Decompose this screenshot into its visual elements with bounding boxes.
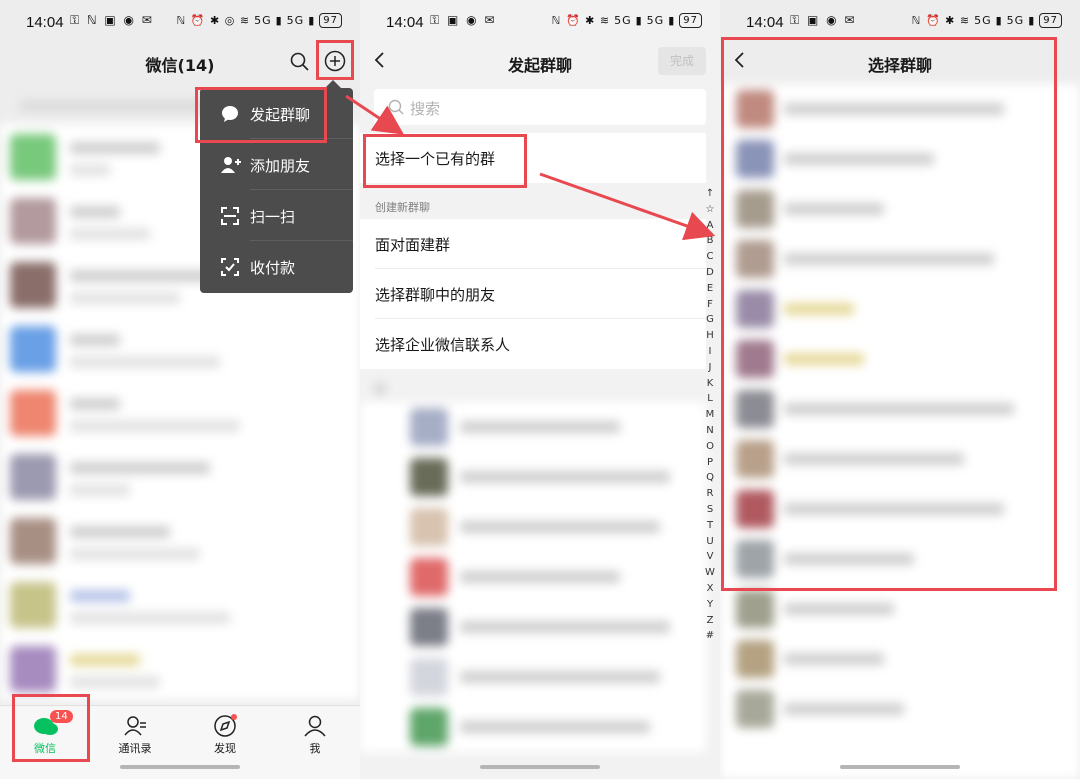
list-item[interactable] (360, 652, 706, 702)
chats-navbar: 微信(14) (0, 40, 360, 84)
list-item[interactable] (0, 636, 360, 700)
me-icon (303, 714, 327, 738)
list-item[interactable] (360, 402, 706, 452)
list-item[interactable] (360, 702, 706, 752)
status-app-icons: ⚿ ▣ ◉ ✉ (430, 13, 497, 27)
discover-icon (213, 714, 237, 738)
index-letter[interactable]: P (703, 455, 717, 471)
index-letter[interactable]: Y (703, 597, 717, 613)
status-bar: 14:04 ⚿ ℕ ▣ ◉ ✉ ℕ ⏰ ✱ ◎ ≋ 5G ▮ 5G ▮ 97 (0, 0, 360, 44)
index-letter[interactable]: Z (703, 613, 717, 629)
home-indicator (840, 765, 960, 769)
index-letter[interactable]: R (703, 486, 717, 502)
annotation-box-plus (316, 40, 354, 80)
tab-me[interactable]: 我 (270, 706, 360, 766)
search-input[interactable]: 搜索 (374, 89, 706, 125)
index-letter[interactable]: H (703, 328, 717, 344)
index-letter[interactable]: E (703, 281, 717, 297)
annotation-box-group-list (721, 37, 1057, 591)
chats-screen: 14:04 ⚿ ℕ ▣ ◉ ✉ ℕ ⏰ ✱ ◎ ≋ 5G ▮ 5G ▮ 97 微信(… (0, 0, 360, 779)
index-letter[interactable]: J (703, 360, 717, 376)
index-letter[interactable]: C (703, 249, 717, 265)
status-right-icons: ℕ ⏰ ✱ ≋ 5G ▮ 5G ▮ 97 (552, 13, 702, 28)
status-right-icons: ℕ ⏰ ✱ ≋ 5G ▮ 5G ▮ 97 (912, 13, 1062, 28)
option-friends-in-group[interactable]: 选择群聊中的朋友 (360, 269, 706, 319)
index-letter[interactable]: O (703, 439, 717, 455)
index-letter[interactable]: A (703, 218, 717, 234)
list-item[interactable] (360, 452, 706, 502)
add-user-icon (220, 155, 241, 175)
status-bar: 14:04 ⚿ ▣ ◉ ✉ ℕ ⏰ ✱ ≋ 5G ▮ 5G ▮ 97 (360, 0, 720, 44)
scan-icon (220, 206, 240, 226)
status-time: 14:04 (386, 14, 424, 31)
index-letter[interactable]: ↑ (703, 186, 717, 202)
list-item[interactable] (0, 572, 360, 636)
option-face-to-face[interactable]: 面对面建群 (360, 219, 706, 269)
index-letter[interactable]: T (703, 518, 717, 534)
index-letter[interactable]: Q (703, 470, 717, 486)
index-letter[interactable]: F (703, 297, 717, 313)
index-letter[interactable]: D (703, 265, 717, 281)
done-button[interactable]: 完成 (658, 47, 706, 75)
index-letter[interactable]: W (703, 565, 717, 581)
tab-contacts[interactable]: 通讯录 (90, 706, 180, 766)
battery-icon: 97 (1039, 13, 1062, 28)
list-item[interactable] (360, 502, 706, 552)
index-letter[interactable]: ☆ (703, 202, 717, 218)
payment-icon (220, 257, 240, 277)
status-right-icons: ℕ ⏰ ✱ ◎ ≋ 5G ▮ 5G ▮ 97 (177, 13, 342, 28)
menu-item-scan[interactable]: 扫一扫 (200, 190, 353, 241)
annotation-box-existing-group (363, 134, 527, 188)
index-letter[interactable]: N (703, 423, 717, 439)
battery-icon: 97 (679, 13, 702, 28)
list-item[interactable] (360, 552, 706, 602)
index-letter[interactable]: V (703, 549, 717, 565)
annotation-box-chats-tab (12, 694, 90, 762)
index-letter[interactable]: M (703, 407, 717, 423)
menu-item-add-friend[interactable]: 添加朋友 (200, 139, 353, 190)
index-letter[interactable]: G (703, 312, 717, 328)
select-group-chat-screen: 14:04 ⚿ ▣ ◉ ✉ ℕ ⏰ ✱ ≋ 5G ▮ 5G ▮ 97 选择群聊 (720, 0, 1080, 779)
alphabet-index[interactable]: ↑ ☆ A B C D E F G H I J K L M N O P Q R S T U V W X Y Z # (703, 186, 717, 644)
search-icon[interactable] (290, 52, 310, 72)
status-time: 14:04 (26, 14, 64, 31)
index-letter[interactable]: L (703, 391, 717, 407)
index-letter[interactable]: K (703, 376, 717, 392)
annotation-box-group-chat (195, 87, 327, 143)
index-letter[interactable]: B (703, 233, 717, 249)
section-header-new-group: 创建新群聊 (375, 201, 430, 214)
list-item[interactable] (720, 634, 1080, 684)
list-item[interactable] (360, 602, 706, 652)
search-icon (388, 99, 404, 115)
index-letter[interactable]: S (703, 502, 717, 518)
index-letter[interactable]: # (703, 628, 717, 644)
index-letter[interactable]: I (703, 344, 717, 360)
status-app-icons: ⚿ ℕ ▣ ◉ ✉ (70, 13, 154, 27)
tab-discover[interactable]: 发现 (180, 706, 270, 766)
menu-item-payment[interactable]: 收付款 (200, 241, 353, 292)
status-app-icons: ⚿ ▣ ◉ ✉ (790, 13, 857, 27)
list-item[interactable] (0, 444, 360, 508)
index-letter[interactable]: X (703, 581, 717, 597)
home-indicator (480, 765, 600, 769)
list-item[interactable] (720, 684, 1080, 734)
start-group-chat-screen: 14:04 ⚿ ▣ ◉ ✉ ℕ ⏰ ✱ ≋ 5G ▮ 5G ▮ 97 发起群聊 完成… (360, 0, 720, 779)
list-item[interactable] (0, 508, 360, 572)
contacts-icon (123, 714, 147, 738)
battery-icon: 97 (319, 13, 342, 28)
option-work-contacts[interactable]: 选择企业微信联系人 (360, 319, 706, 369)
list-item[interactable] (0, 316, 360, 380)
index-letter[interactable]: U (703, 534, 717, 550)
list-item[interactable] (0, 380, 360, 444)
list-item[interactable] (720, 584, 1080, 634)
status-time: 14:04 (746, 14, 784, 31)
home-indicator (120, 765, 240, 769)
